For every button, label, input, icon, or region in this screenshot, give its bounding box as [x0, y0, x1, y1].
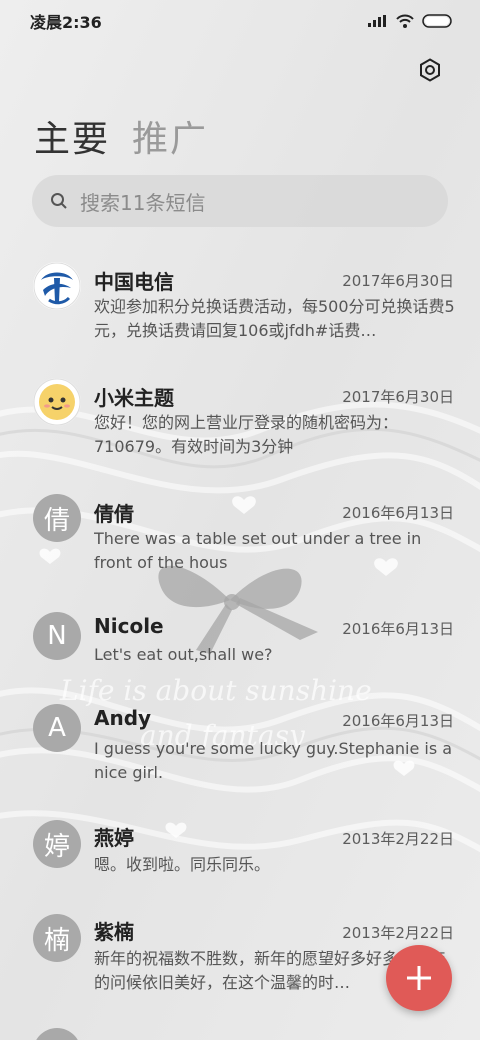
tab-bar: 主要 推广: [34, 110, 208, 162]
signal-icon: [368, 15, 386, 27]
plus-icon: [407, 966, 431, 990]
status-icons: [368, 14, 454, 28]
settings-button[interactable]: [414, 54, 446, 86]
contact-name: 倩倩: [94, 502, 134, 526]
contact-avatar: 婷: [33, 820, 81, 868]
conversation-item[interactable]: 婷 燕婷 2013年2月22日 嗯。收到啦。同乐同乐。: [0, 820, 480, 900]
contact-name: Andy: [94, 706, 152, 730]
conversation-item[interactable]: N Nicole 2016年6月13日 Let's eat out,shall …: [0, 612, 480, 692]
conversation-item[interactable]: 小米主题 2017年6月30日 您好！您的网上营业厅登录的随机密码为：71067…: [0, 378, 480, 488]
contact-avatar: 楠: [33, 914, 81, 962]
search-input[interactable]: 搜索11条短信: [32, 175, 448, 227]
message-date: 2016年6月13日: [342, 620, 454, 638]
battery-icon: [422, 14, 452, 28]
message-date: 2017年6月30日: [342, 272, 454, 290]
message-date: 2017年6月30日: [342, 388, 454, 406]
telecom-logo-avatar: [33, 262, 81, 310]
search-icon: [50, 192, 68, 210]
message-date: 2013年2月22日: [342, 924, 454, 942]
conversation-item[interactable]: 中国电信 2017年6月30日 欢迎参加积分兑换话费活动，每500分可兑换话费5…: [0, 260, 480, 370]
message-date: 2016年6月13日: [342, 504, 454, 522]
message-date: 2013年2月22日: [342, 830, 454, 848]
contact-name: 小米主题: [94, 386, 174, 410]
status-bar: 凌晨2:36: [0, 0, 480, 42]
conversation-item[interactable]: [0, 1028, 480, 1040]
new-message-button[interactable]: [386, 945, 452, 1011]
conversation-item[interactable]: A Andy 2016年6月13日 I guess you're some lu…: [0, 704, 480, 814]
contact-name: 中国电信: [94, 270, 174, 294]
message-preview: 欢迎参加积分兑换话费活动，每500分可兑换话费5元，兑换话费请回复106或jfd…: [94, 297, 455, 340]
contact-avatar: [33, 1028, 81, 1040]
wifi-icon: [396, 14, 414, 28]
status-time: 凌晨2:36: [30, 13, 102, 32]
contact-avatar: A: [33, 704, 81, 752]
conversation-item[interactable]: 倩 倩倩 2016年6月13日 There was a table set ou…: [0, 494, 480, 604]
contact-avatar: 倩: [33, 494, 81, 542]
message-preview: Let's eat out,shall we?: [94, 645, 273, 664]
contact-avatar: N: [33, 612, 81, 660]
tab-promotions[interactable]: 推广: [132, 110, 208, 162]
search-placeholder: 搜索11条短信: [80, 190, 206, 215]
message-preview: There was a table set out under a tree i…: [94, 529, 422, 572]
contact-name: 紫楠: [94, 920, 134, 944]
message-preview: 嗯。收到啦。同乐同乐。: [94, 855, 271, 874]
message-date: 2016年6月13日: [342, 712, 454, 730]
contact-name: Nicole: [94, 614, 164, 638]
gear-icon: [420, 58, 440, 82]
message-preview: 您好！您的网上营业厅登录的随机密码为：710679。有效时间为3分钟: [94, 413, 399, 456]
tab-primary[interactable]: 主要: [34, 110, 110, 162]
contact-name: 燕婷: [94, 826, 134, 850]
smiley-avatar: [33, 378, 81, 426]
message-preview: I guess you're some lucky guy.Stephanie …: [94, 739, 453, 782]
